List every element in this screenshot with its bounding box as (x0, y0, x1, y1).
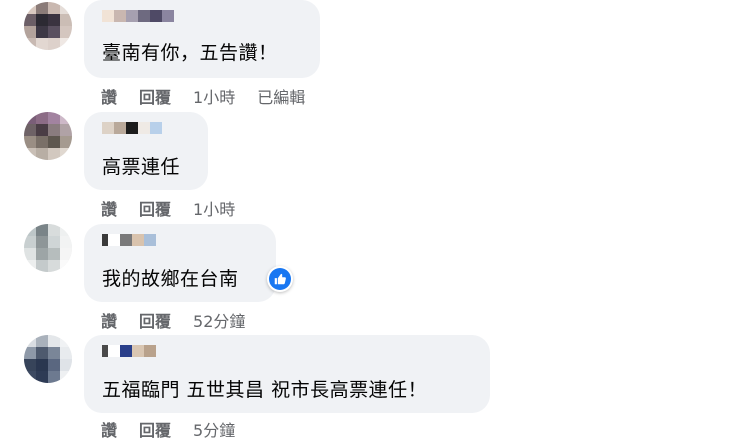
thumbs-up-icon (269, 268, 291, 290)
timestamp[interactable]: 52分鐘 (193, 308, 245, 332)
comment-text: 我的故鄉在台南 (102, 268, 239, 290)
timestamp[interactable]: 1小時 (193, 196, 235, 220)
comment-bubble: 五福臨門 五世其昌 祝市長高票連任！ (84, 335, 490, 413)
commenter-name[interactable] (102, 122, 162, 136)
comment-actions: 讚 回覆 1小時 (101, 196, 257, 220)
reply-link[interactable]: 回覆 (139, 196, 171, 220)
like-link[interactable]: 讚 (101, 196, 117, 220)
edited-label[interactable]: 已編輯 (257, 84, 305, 108)
reply-link[interactable]: 回覆 (139, 308, 171, 332)
reply-link[interactable]: 回覆 (139, 417, 171, 441)
comment-text: 五福臨門 五世其昌 祝市長高票連任！ (102, 379, 428, 401)
timestamp[interactable]: 1小時 (193, 84, 235, 108)
commenter-name[interactable] (102, 345, 156, 359)
comment-bubble: 高票連任 (84, 112, 208, 190)
avatar[interactable] (24, 335, 72, 383)
avatar[interactable] (24, 112, 72, 160)
reply-link[interactable]: 回覆 (139, 84, 171, 108)
like-link[interactable]: 讚 (101, 84, 117, 108)
timestamp[interactable]: 5分鐘 (193, 417, 235, 441)
avatar[interactable] (24, 224, 72, 272)
commenter-name[interactable] (102, 10, 174, 24)
comment-text: 臺南有你，五告讚！ (102, 42, 278, 64)
like-link[interactable]: 讚 (101, 417, 117, 441)
comment-actions: 讚 回覆 52分鐘 (101, 308, 267, 332)
comment-bubble: 我的故鄉在台南 (84, 224, 276, 302)
comment-bubble: 臺南有你，五告讚！ (84, 0, 320, 78)
like-link[interactable]: 讚 (101, 308, 117, 332)
commenter-name[interactable] (102, 234, 156, 248)
comment-text: 高票連任 (102, 156, 181, 178)
avatar[interactable] (24, 2, 72, 50)
comment-actions: 讚 回覆 1小時 已編輯 (101, 84, 327, 108)
reaction-badge[interactable] (267, 266, 293, 292)
comment-actions: 讚 回覆 5分鐘 (101, 417, 257, 441)
